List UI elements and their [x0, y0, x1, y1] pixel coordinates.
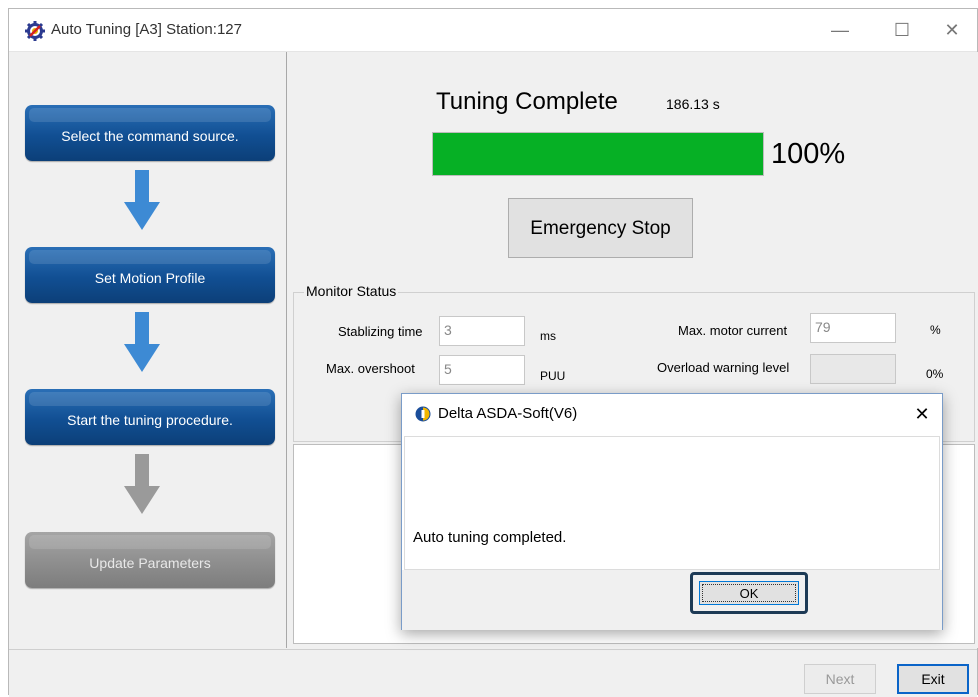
dialog-message: Auto tuning completed.: [413, 529, 567, 546]
stabilizing-time-field: 3: [439, 316, 525, 346]
exit-button[interactable]: Exit: [897, 664, 969, 694]
overload-warning-unit: 0%: [926, 367, 944, 381]
dialog-close-button[interactable]: ✕: [910, 400, 934, 428]
dialog-title: Delta ASDA-Soft(V6): [438, 405, 578, 422]
tuning-status-title: Tuning Complete: [436, 88, 618, 115]
step-update-parameters: Update Parameters: [25, 532, 275, 588]
delta-logo-icon: [415, 406, 431, 422]
step-select-command-source[interactable]: Select the command source.: [25, 105, 275, 161]
max-overshoot-unit: PUU: [540, 369, 566, 383]
dialog-title-bar: Delta ASDA-Soft(V6) ✕: [402, 394, 942, 434]
bottom-bar: Next Exit: [9, 649, 977, 697]
max-motor-current-label: Max. motor current: [678, 323, 788, 338]
maximize-button[interactable]: ☐: [889, 17, 915, 43]
completion-dialog: Delta ASDA-Soft(V6) ✕ Auto tuning comple…: [401, 393, 943, 630]
settings-gear-icon: [25, 21, 45, 41]
tuning-progress-bar: [432, 132, 764, 176]
arrow-down-icon: [124, 454, 160, 514]
close-window-button[interactable]: ✕: [939, 17, 965, 43]
window-title: Auto Tuning [A3] Station:127: [51, 21, 242, 38]
emergency-stop-button[interactable]: Emergency Stop: [508, 198, 693, 258]
arrow-down-icon: [124, 312, 160, 372]
minimize-button[interactable]: —: [827, 17, 853, 43]
monitor-status-label: Monitor Status: [304, 283, 399, 299]
arrow-down-icon: [124, 170, 160, 230]
max-motor-current-unit: %: [930, 323, 941, 337]
max-overshoot-field: 5: [439, 355, 525, 385]
progress-percent: 100%: [771, 138, 846, 170]
step-start-tuning[interactable]: Start the tuning procedure.: [25, 389, 275, 445]
overload-warning-field: [810, 354, 896, 384]
step-set-motion-profile[interactable]: Set Motion Profile: [25, 247, 275, 303]
title-bar: Auto Tuning [A3] Station:127 — ☐ ✕: [9, 9, 977, 52]
workflow-panel: Select the command source. Set Motion Pr…: [9, 52, 287, 648]
stabilizing-time-label: Stablizing time: [338, 324, 423, 339]
dialog-body: Auto tuning completed.: [404, 436, 940, 570]
overload-warning-label: Overload warning level: [657, 360, 790, 375]
next-button[interactable]: Next: [804, 664, 876, 694]
ok-button-highlight: OK: [690, 572, 808, 614]
ok-button[interactable]: OK: [699, 581, 799, 605]
progress-fill: [433, 133, 763, 175]
max-overshoot-label: Max. overshoot: [326, 361, 415, 376]
dialog-footer: OK: [402, 570, 942, 630]
stabilizing-time-unit: ms: [540, 329, 556, 343]
max-motor-current-field: 79: [810, 313, 896, 343]
elapsed-time: 186.13 s: [666, 96, 720, 112]
